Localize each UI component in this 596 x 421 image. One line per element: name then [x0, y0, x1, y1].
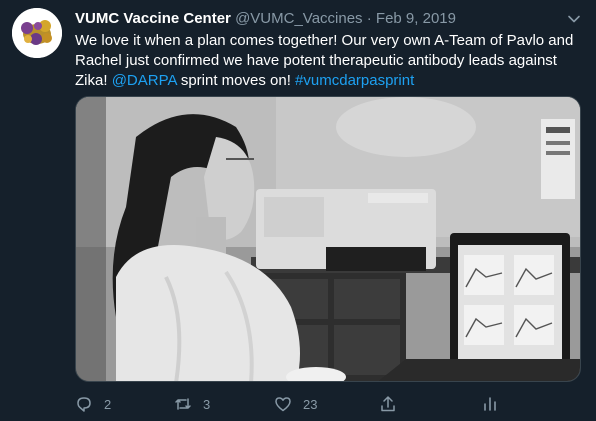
mention-link[interactable]: @DARPA: [112, 72, 177, 89]
tweet-photo[interactable]: [75, 96, 581, 382]
hashtag-link[interactable]: #vumcdarpasprint: [295, 72, 414, 89]
avatar[interactable]: [12, 8, 62, 58]
tweet-date[interactable]: Feb 9, 2019: [376, 10, 456, 27]
share-button[interactable]: [379, 394, 397, 414]
reply-count: 2: [104, 396, 112, 412]
lab-photo-image: [76, 97, 580, 381]
like-button[interactable]: 23: [274, 394, 317, 414]
avatar-logo-icon: [12, 8, 62, 58]
retweet-button[interactable]: 3: [174, 394, 210, 414]
author-name[interactable]: VUMC Vaccine Center: [75, 10, 231, 27]
retweet-icon: [175, 398, 191, 410]
reply-button[interactable]: 2: [75, 394, 111, 414]
tweet-text: We love it when a plan comes together! O…: [75, 31, 580, 91]
share-icon: [381, 396, 395, 412]
tweet[interactable]: VUMC Vaccine Center @VUMC_Vaccines · Feb…: [0, 0, 596, 421]
author-handle[interactable]: @VUMC_Vaccines: [235, 10, 363, 27]
analytics-icon: [484, 397, 496, 411]
header-separator: ·: [366, 10, 372, 27]
tweet-actions: 2 3 23: [75, 394, 505, 414]
chevron-down-icon[interactable]: [566, 11, 582, 27]
retweet-count: 3: [203, 396, 211, 412]
tweet-header: VUMC Vaccine Center @VUMC_Vaccines · Feb…: [75, 9, 456, 29]
like-count: 23: [303, 396, 318, 412]
reply-icon: [77, 397, 91, 412]
analytics-button[interactable]: [481, 394, 499, 414]
tweet-text-part: sprint moves on!: [176, 72, 296, 89]
heart-icon: [275, 397, 291, 412]
